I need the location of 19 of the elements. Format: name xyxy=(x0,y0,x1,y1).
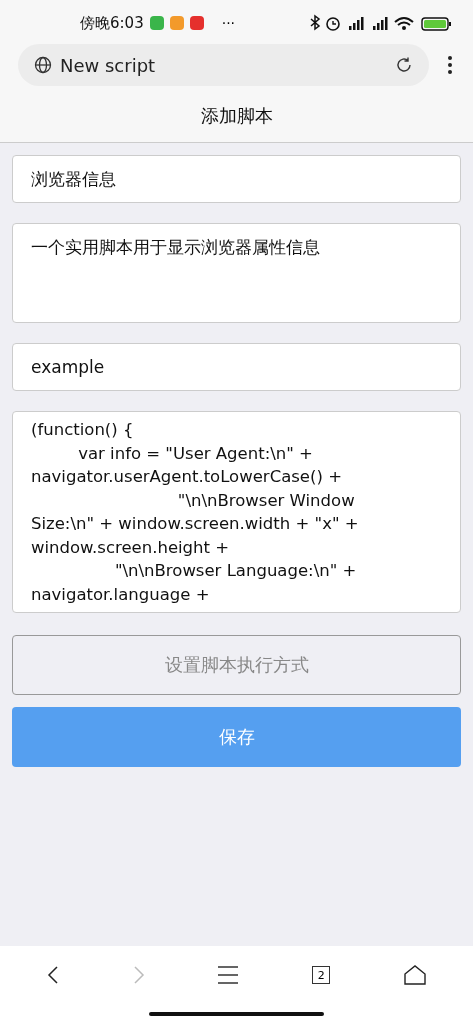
status-time: 傍晚6:03 xyxy=(80,13,144,33)
menu-icon[interactable] xyxy=(218,965,239,985)
tab-count-button[interactable]: 2 xyxy=(312,966,331,984)
reload-icon[interactable] xyxy=(395,56,413,74)
back-icon[interactable] xyxy=(46,965,59,985)
page-title: 添加脚本 xyxy=(200,104,273,128)
description-field[interactable]: 一个实用脚本用于显示浏览器属性信息 xyxy=(12,223,461,323)
code-field[interactable]: (function() { var info = "User Agent:\n" + navigator.userAgent.toLowerCase() + "\n\nBrowser Window Size:\n" + window.screen.width + "x" + window.screen.height + "\n\nBrowser Language:\n" + navigator.language + xyxy=(12,411,461,613)
app-notification-icon xyxy=(169,16,184,30)
more-options-icon[interactable] xyxy=(447,55,453,75)
status-more: ··· xyxy=(221,15,236,31)
address-bar[interactable]: New script xyxy=(18,44,429,86)
app-notification-icon xyxy=(149,16,164,30)
home-icon[interactable] xyxy=(404,965,427,985)
globe-icon xyxy=(34,56,52,74)
page-title-text: New script xyxy=(60,54,157,76)
app-notification-icon xyxy=(189,16,204,30)
name-field[interactable]: 浏览器信息 xyxy=(12,155,461,203)
author-field[interactable]: example xyxy=(12,343,461,391)
